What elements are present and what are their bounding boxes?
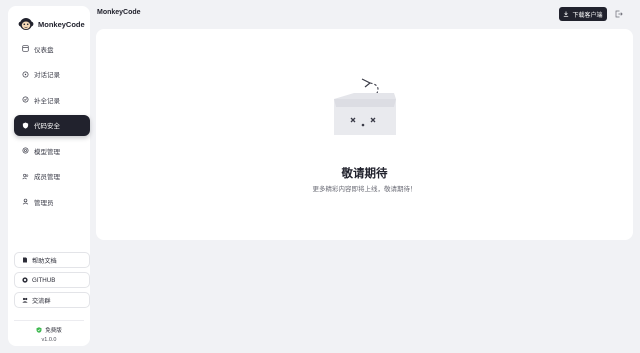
completion-icon bbox=[22, 96, 29, 103]
sidebar-item-label: 补全记录 bbox=[34, 97, 60, 105]
empty-box-icon bbox=[334, 78, 396, 135]
dashboard-icon bbox=[22, 45, 29, 52]
brand[interactable]: MonkeyCode bbox=[18, 16, 85, 32]
sidebar-item-dashboard[interactable]: 仪表盘 bbox=[14, 38, 90, 59]
group-icon bbox=[22, 297, 28, 303]
plan-badge: 免费版 bbox=[8, 326, 90, 334]
github-icon bbox=[22, 277, 28, 283]
sidebar-item-label: 模型管理 bbox=[34, 148, 60, 156]
sidebar-links: 帮助文档 GITHUB 交流群 bbox=[14, 252, 90, 312]
users-icon bbox=[22, 173, 29, 180]
download-client-button[interactable]: 下载客户端 bbox=[559, 7, 607, 21]
page-title: MonkeyCode bbox=[97, 9, 141, 16]
verified-icon bbox=[36, 327, 42, 333]
chat-icon bbox=[22, 71, 29, 78]
sidebar-item-code-security[interactable]: 代码安全 bbox=[14, 114, 90, 136]
main-panel: 敬请期待 更多精彩内容即将上线，敬请期待！ bbox=[96, 29, 633, 240]
github-link[interactable]: GITHUB bbox=[14, 272, 90, 288]
sidebar-item-model-management[interactable]: 模型管理 bbox=[14, 140, 90, 161]
admin-icon bbox=[22, 198, 29, 205]
model-icon bbox=[22, 147, 29, 154]
sidebar-item-label: 代码安全 bbox=[34, 123, 60, 130]
sidebar-item-label: 管理员 bbox=[34, 199, 54, 207]
download-client-label: 下载客户端 bbox=[572, 12, 603, 19]
sidebar: MonkeyCode 仪表盘 对话记录 补全记录 代码安全 模型管理 成员管理 … bbox=[8, 6, 90, 346]
help-docs-link[interactable]: 帮助文档 bbox=[14, 252, 90, 268]
community-group-label: 交流群 bbox=[32, 297, 51, 305]
shield-icon bbox=[22, 122, 29, 129]
coming-soon-title: 敬请期待 bbox=[341, 168, 388, 180]
download-icon bbox=[564, 11, 569, 17]
sidebar-item-completion-records[interactable]: 补全记录 bbox=[14, 89, 90, 110]
community-group-link[interactable]: 交流群 bbox=[14, 292, 90, 308]
plan-label: 免费版 bbox=[45, 328, 62, 334]
version-label: v1.0.0 bbox=[41, 337, 57, 343]
coming-soon-subtitle: 更多精彩内容即将上线，敬请期待！ bbox=[312, 186, 417, 193]
doc-icon bbox=[23, 257, 27, 263]
github-label: GITHUB bbox=[32, 276, 56, 284]
sidebar-item-label: 成员管理 bbox=[34, 174, 60, 181]
sidebar-divider bbox=[14, 320, 84, 321]
logout-icon bbox=[615, 10, 623, 18]
logout-button[interactable] bbox=[613, 8, 625, 20]
sidebar-item-label: 仪表盘 bbox=[34, 46, 54, 54]
monkey-logo-icon bbox=[18, 18, 34, 30]
sidebar-item-admin[interactable]: 管理员 bbox=[14, 191, 90, 212]
help-docs-label: 帮助文档 bbox=[32, 257, 57, 265]
sidebar-item-member-management[interactable]: 成员管理 bbox=[14, 166, 90, 187]
brand-name: MonkeyCode bbox=[38, 19, 85, 29]
sidebar-nav: 仪表盘 对话记录 补全记录 代码安全 模型管理 成员管理 管理员 bbox=[14, 38, 90, 217]
sidebar-item-label: 对话记录 bbox=[34, 72, 60, 79]
sidebar-item-chat-records[interactable]: 对话记录 bbox=[14, 64, 90, 85]
